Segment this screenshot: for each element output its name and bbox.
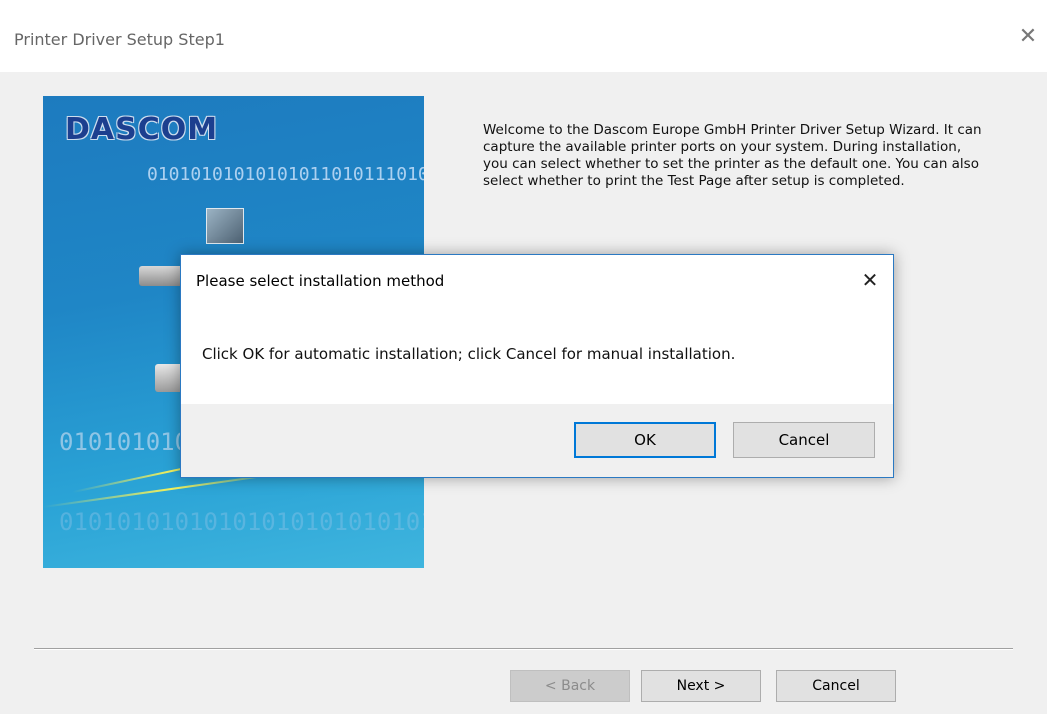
next-button[interactable]: Next > <box>641 670 761 702</box>
setup-wizard-window: Printer Driver Setup Step1 ✕ DASCOM 0101… <box>0 0 1047 714</box>
footer-divider <box>34 648 1013 649</box>
binary-decoration: 01010101010101010101010101010 <box>59 508 424 536</box>
back-button[interactable]: < Back <box>510 670 630 702</box>
dascom-logo: DASCOM <box>65 112 219 147</box>
business-people-photo <box>206 208 244 244</box>
dialog-ok-button[interactable]: OK <box>574 422 716 458</box>
window-title: Printer Driver Setup Step1 <box>14 30 225 49</box>
dialog-close-icon[interactable]: ✕ <box>855 265 885 295</box>
dialog-title: Please select installation method <box>196 272 445 290</box>
window-titlebar: Printer Driver Setup Step1 ✕ <box>0 0 1047 72</box>
binary-decoration: 010101010101010110101110101 <box>147 164 424 185</box>
welcome-text: Welcome to the Dascom Europe GmbH Printe… <box>483 122 982 189</box>
dialog-message: Click OK for automatic installation; cli… <box>202 345 736 363</box>
close-icon[interactable]: ✕ <box>1013 22 1043 52</box>
cancel-button[interactable]: Cancel <box>776 670 896 702</box>
dialog-cancel-button[interactable]: Cancel <box>733 422 875 458</box>
printer-graphic <box>139 266 185 286</box>
installation-method-dialog: Please select installation method ✕ Clic… <box>180 254 894 478</box>
